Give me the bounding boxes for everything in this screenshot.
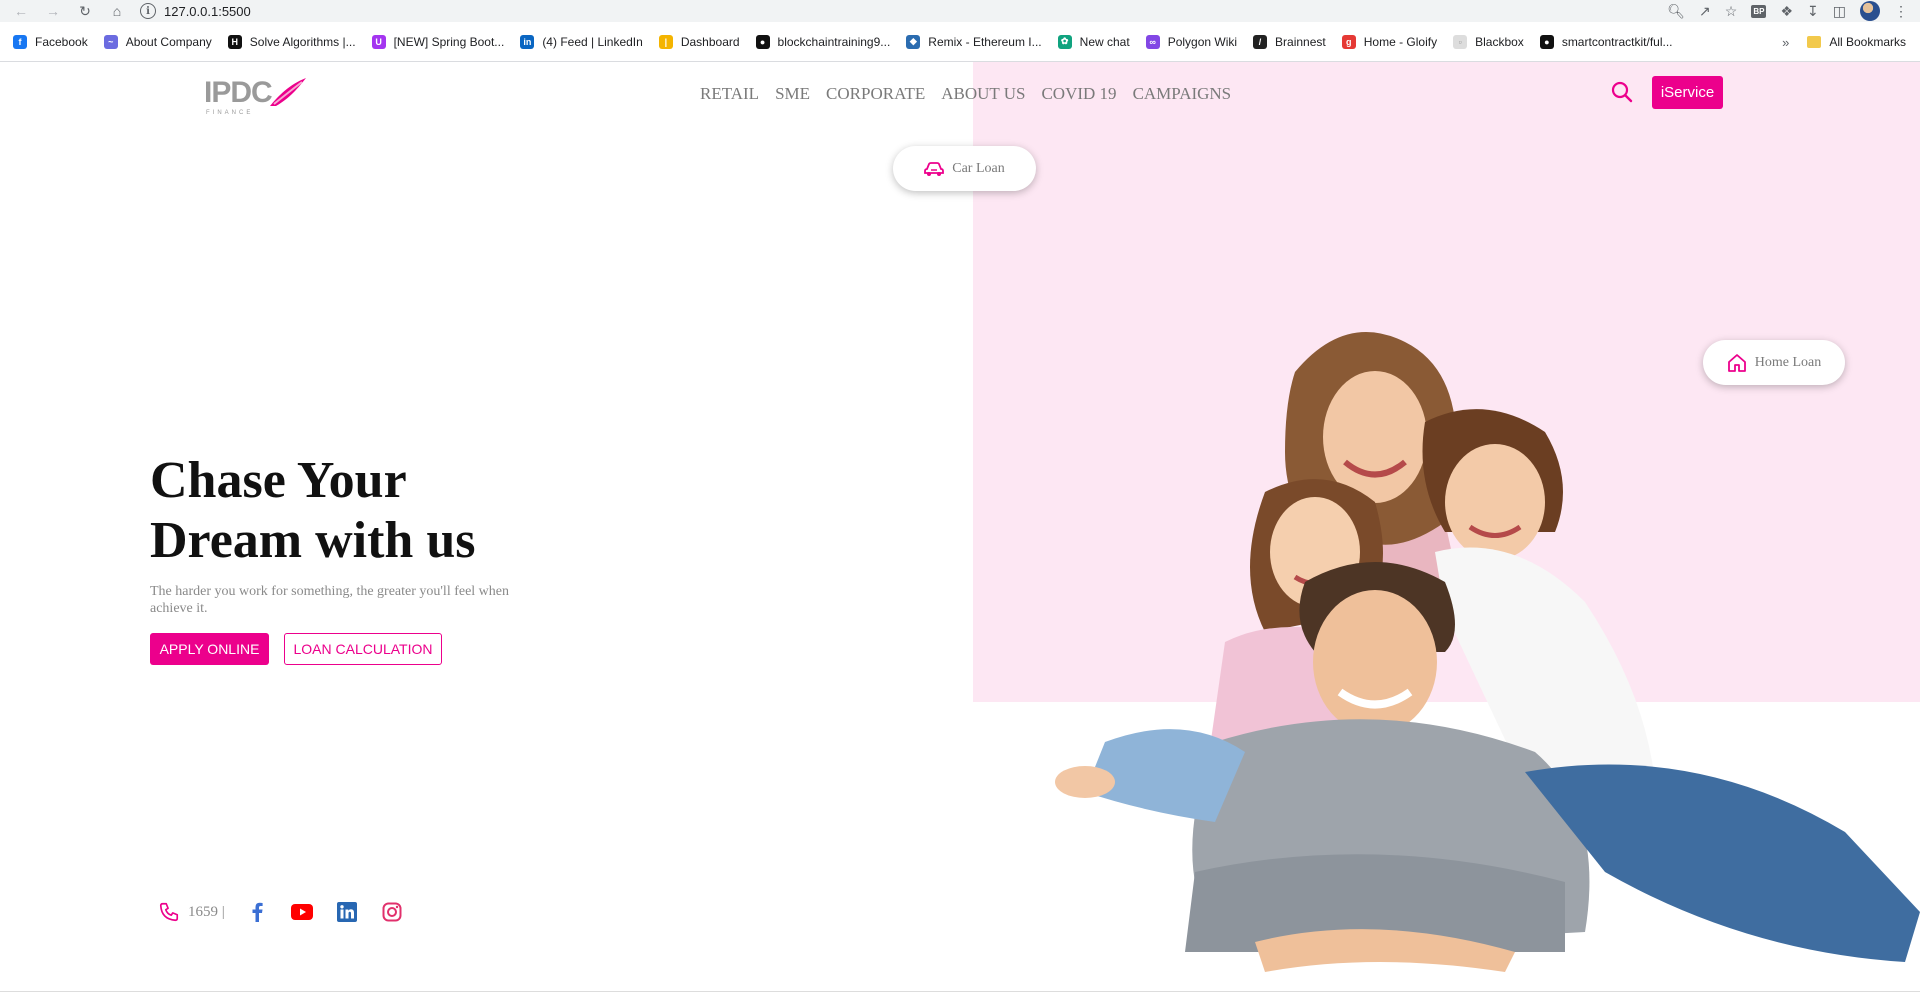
bp-extension-icon[interactable]: BP <box>1751 4 1767 18</box>
more-bookmarks-icon[interactable]: » <box>1782 35 1789 50</box>
car-loan-pill[interactable]: Car Loan <box>893 146 1036 191</box>
bookmark-label: Blackbox <box>1475 34 1524 49</box>
bookmark-label: Polygon Wiki <box>1167 34 1238 49</box>
bookmark-item[interactable]: U [NEW] Spring Boot... <box>371 34 505 49</box>
contact-bar: 1659 | <box>158 900 425 924</box>
dashboard-icon: | <box>658 34 673 49</box>
bookmark-item[interactable]: H Solve Algorithms |... <box>227 34 356 49</box>
bookmark-item[interactable]: ▫ Blackbox <box>1453 34 1524 49</box>
main-nav: RETAIL SME CORPORATE ABOUT US COVID 19 C… <box>700 84 1231 104</box>
bookmark-item[interactable]: ● smartcontractkit/ful... <box>1539 34 1673 49</box>
polygon-icon: ∞ <box>1145 34 1160 49</box>
folder-icon <box>1807 36 1822 48</box>
github-icon: ● <box>1539 34 1554 49</box>
apply-online-button[interactable]: APPLY ONLINE <box>150 633 269 665</box>
bookmark-label: Remix - Ethereum I... <box>928 34 1042 49</box>
blackbox-icon: ▫ <box>1453 34 1468 49</box>
nav-campaigns[interactable]: CAMPAIGNS <box>1133 84 1232 104</box>
zoom-icon[interactable]: 🔍︎ <box>1667 3 1685 20</box>
nav-corporate[interactable]: CORPORATE <box>826 84 925 104</box>
nav-covid-19[interactable]: COVID 19 <box>1041 84 1116 104</box>
youtube-icon <box>290 904 313 920</box>
facebook-icon: f <box>13 34 27 49</box>
hackerrank-icon: H <box>227 34 242 49</box>
back-icon[interactable]: ← <box>10 0 32 22</box>
bookmarks-bar: f Facebook ~ About Company H Solve Algorithms… <box>0 22 1920 62</box>
reload-icon[interactable]: ↻ <box>74 0 96 22</box>
nav-sme[interactable]: SME <box>775 84 810 104</box>
iservice-button[interactable]: iService <box>1652 76 1723 109</box>
bookmark-item[interactable]: ● blockchaintraining9... <box>755 34 891 49</box>
site-info-icon[interactable]: i <box>140 3 156 19</box>
side-panel-icon[interactable]: ◫ <box>1833 3 1846 20</box>
remix-icon: ◆ <box>906 34 921 49</box>
download-icon[interactable]: ↧ <box>1807 3 1819 20</box>
bookmark-label: Facebook <box>35 34 88 49</box>
browser-actions: 🔍︎ ↗ ☆ BP ❖ ↧ ◫ ⋮ <box>1667 0 1920 22</box>
github-icon: ● <box>755 34 770 49</box>
share-icon[interactable]: ↗ <box>1699 3 1711 20</box>
bookmark-item[interactable]: f Facebook <box>13 34 88 49</box>
family-photo <box>1055 332 1920 972</box>
bookmarks-right: » All Bookmarks <box>1782 22 1906 62</box>
bookmark-item[interactable]: g Home - Gloify <box>1341 34 1438 49</box>
browser-toolbar: ← → ↻ ⌂ i 127.0.0.1:5500 🔍︎ ↗ ☆ BP ❖ ↧ ◫… <box>0 0 1920 22</box>
ipdc-logo[interactable]: IPDC FINANCE <box>204 76 308 116</box>
instagram-icon <box>382 902 402 922</box>
bookmark-item[interactable]: in (4) Feed | LinkedIn <box>520 34 643 49</box>
profile-avatar[interactable] <box>1860 1 1880 21</box>
linkedin-icon <box>336 902 357 922</box>
forward-icon[interactable]: → <box>42 0 64 22</box>
bookmark-label: Solve Algorithms |... <box>249 34 356 49</box>
bookmark-label: Brainnest <box>1275 34 1326 49</box>
bookmark-item[interactable]: / Brainnest <box>1253 34 1326 49</box>
gloify-icon: g <box>1341 34 1356 49</box>
bookmark-item[interactable]: ~ About Company <box>103 34 212 49</box>
bookmark-label: Home - Gloify <box>1363 34 1438 49</box>
nav-about-us[interactable]: ABOUT US <box>941 84 1025 104</box>
extensions-icon[interactable]: ❖ <box>1780 3 1793 20</box>
hero-subtitle: The harder you work for something, the g… <box>150 584 510 616</box>
bookmark-label: New chat <box>1079 34 1130 49</box>
linkedin-icon: in <box>520 34 535 49</box>
chatgpt-icon: ✿ <box>1057 34 1072 49</box>
instagram-link[interactable] <box>380 900 404 924</box>
hero-title: Chase Your Dream with us <box>150 452 476 569</box>
logo-feather-icon <box>269 78 306 106</box>
all-bookmarks[interactable]: All Bookmarks <box>1807 35 1906 49</box>
nav-retail[interactable]: RETAIL <box>700 84 759 104</box>
bookmark-item[interactable]: ∞ Polygon Wiki <box>1145 34 1238 49</box>
bookmark-label: [NEW] Spring Boot... <box>393 34 505 49</box>
car-icon <box>924 161 945 176</box>
loan-calculation-button[interactable]: LOAN CALCULATION <box>284 633 442 665</box>
brainnest-icon: / <box>1253 34 1268 49</box>
youtube-link[interactable] <box>290 900 314 924</box>
page: IPDC FINANCE RETAIL SME CORPORATE ABOUT … <box>0 62 1920 992</box>
hotline-number[interactable]: 1659 | <box>188 904 225 921</box>
udemy-icon: U <box>371 34 386 49</box>
phone-icon <box>159 902 179 922</box>
home-icon[interactable]: ⌂ <box>106 0 128 22</box>
bookmark-label: blockchaintraining9... <box>777 34 891 49</box>
facebook-link[interactable] <box>245 900 269 924</box>
about-company-icon: ~ <box>103 34 118 49</box>
bookmark-label: (4) Feed | LinkedIn <box>542 34 643 49</box>
bookmark-item[interactable]: ◆ Remix - Ethereum I... <box>906 34 1042 49</box>
linkedin-link[interactable] <box>335 900 359 924</box>
bookmark-label: About Company <box>125 34 212 49</box>
facebook-icon <box>252 902 263 922</box>
search-icon[interactable] <box>1610 80 1634 104</box>
star-icon[interactable]: ☆ <box>1725 3 1738 20</box>
address-bar[interactable]: i 127.0.0.1:5500 <box>140 1 1680 21</box>
bookmark-item[interactable]: ✿ New chat <box>1057 34 1130 49</box>
url-text[interactable]: 127.0.0.1:5500 <box>164 4 251 19</box>
bookmark-label: Dashboard <box>680 34 740 49</box>
menu-icon[interactable]: ⋮ <box>1894 3 1908 20</box>
bookmark-label: smartcontractkit/ful... <box>1561 34 1673 49</box>
bookmark-item[interactable]: | Dashboard <box>658 34 740 49</box>
